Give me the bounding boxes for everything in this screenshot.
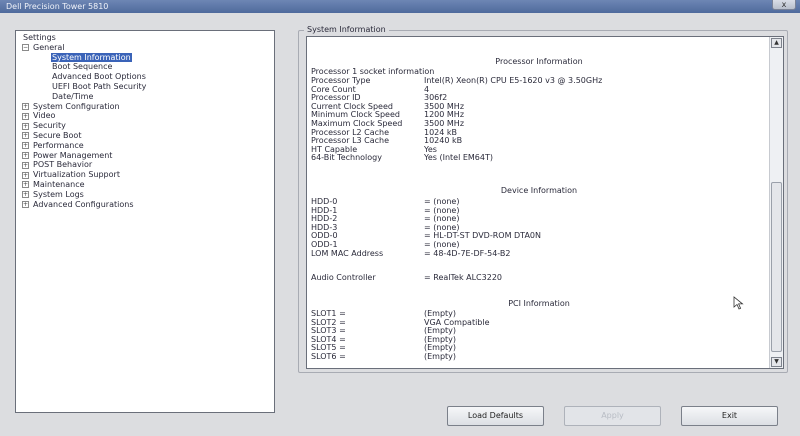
- tree-item-label: UEFI Boot Path Security: [52, 81, 147, 91]
- tree-item-general[interactable]: − General: [21, 43, 274, 53]
- tree-item-label: Virtualization Support: [33, 170, 120, 180]
- expand-icon[interactable]: +: [22, 132, 29, 140]
- load-defaults-button[interactable]: Load Defaults: [447, 406, 544, 426]
- audio-controller-value: = RealTek ALC3220: [424, 273, 502, 282]
- tree-root-label: Settings: [23, 33, 56, 42]
- close-button[interactable]: x: [772, 0, 796, 10]
- processor-info-value: Intel(R) Xeon(R) CPU E5-1620 v3 @ 3.50GH…: [424, 76, 603, 85]
- tree-item-label: Maintenance: [33, 179, 85, 189]
- tree-item-label: System Configuration: [33, 101, 120, 111]
- tree-item-system-configuration[interactable]: + System Configuration: [21, 102, 274, 112]
- tree-item-label: General: [33, 42, 65, 52]
- expand-icon[interactable]: +: [22, 122, 29, 130]
- pci-info-heading: PCI Information: [508, 299, 570, 308]
- tree-item-post-behavior[interactable]: + POST Behavior: [21, 160, 274, 170]
- scroll-down-button[interactable]: ▼: [771, 357, 782, 367]
- tree-item-system-information[interactable]: System Information: [21, 52, 274, 63]
- tree-item-advanced-boot-options[interactable]: Advanced Boot Options: [21, 72, 274, 82]
- exit-button[interactable]: Exit: [681, 406, 778, 426]
- tree-item-maintenance[interactable]: + Maintenance: [21, 180, 274, 190]
- window-titlebar: Dell Precision Tower 5810 x: [0, 0, 800, 13]
- tree-item-video[interactable]: + Video: [21, 111, 274, 121]
- tree-item-label: Performance: [33, 140, 84, 150]
- device-info-label: LOM MAC Address: [311, 248, 384, 258]
- tree-item-boot-sequence[interactable]: Boot Sequence: [21, 62, 274, 72]
- info-content: Processor Information Processor 1 socket…: [311, 37, 767, 368]
- processor-socket-label: Processor 1 socket information: [311, 67, 435, 76]
- tree-item-virtualization-support[interactable]: + Virtualization Support: [21, 170, 274, 180]
- scroll-up-button[interactable]: ▲: [771, 38, 782, 48]
- tree-item-label: System Information: [51, 52, 132, 63]
- tree-item-label: Advanced Configurations: [33, 199, 134, 209]
- tree-root: Settings: [21, 33, 274, 43]
- pci-slot-value: (Empty): [424, 352, 457, 361]
- processor-info-label: 64-Bit Technology: [311, 153, 382, 163]
- collapse-icon[interactable]: −: [22, 44, 29, 52]
- tree-item-uefi-boot-path-security[interactable]: UEFI Boot Path Security: [21, 82, 274, 92]
- tree-item-security[interactable]: + Security: [21, 121, 274, 131]
- tree-item-label: Power Management: [33, 150, 113, 160]
- expand-icon[interactable]: +: [22, 142, 29, 150]
- tree-item-label: Boot Sequence: [52, 62, 113, 72]
- expand-icon[interactable]: +: [22, 191, 29, 199]
- tree-item-system-logs[interactable]: + System Logs: [21, 190, 274, 200]
- processor-info-heading: Processor Information: [495, 57, 583, 66]
- audio-controller-label: Audio Controller: [311, 273, 376, 282]
- tree-item-label: Date/Time: [52, 91, 94, 101]
- expand-icon[interactable]: +: [22, 171, 29, 179]
- tree-item-secure-boot[interactable]: + Secure Boot: [21, 131, 274, 141]
- device-info-value: = 48-4D-7E-DF-54-B2: [424, 248, 511, 258]
- processor-info-value: Yes (Intel EM64T): [424, 153, 493, 163]
- settings-tree: Settings − General System Information Bo…: [15, 30, 275, 413]
- system-information-content: Processor Information Processor 1 socket…: [306, 36, 784, 369]
- tree-item-label: POST Behavior: [33, 160, 93, 170]
- expand-icon[interactable]: +: [22, 181, 29, 189]
- tree-item-advanced-configurations[interactable]: + Advanced Configurations: [21, 200, 274, 210]
- mouse-pointer-icon: [733, 296, 744, 310]
- tree-item-label: Video: [33, 111, 56, 121]
- expand-icon[interactable]: +: [22, 161, 29, 169]
- tree-item-performance[interactable]: + Performance: [21, 141, 274, 151]
- tree-item-label: System Logs: [33, 189, 84, 199]
- pci-slot-label: SLOT6 =: [311, 352, 346, 361]
- expand-icon[interactable]: +: [22, 200, 29, 208]
- tree-item-label: Secure Boot: [33, 130, 82, 140]
- group-title: System Information: [304, 25, 389, 34]
- window-title: Dell Precision Tower 5810: [6, 2, 109, 11]
- vertical-scrollbar[interactable]: ▲ ▼: [769, 37, 783, 368]
- device-info-heading: Device Information: [500, 186, 578, 195]
- tree-item-label: Security: [33, 121, 66, 131]
- apply-button[interactable]: Apply: [564, 406, 661, 426]
- expand-icon[interactable]: +: [22, 102, 29, 110]
- expand-icon[interactable]: +: [22, 151, 29, 159]
- scroll-thumb[interactable]: [771, 182, 782, 352]
- tree-item-power-management[interactable]: + Power Management: [21, 151, 274, 161]
- expand-icon[interactable]: +: [22, 112, 29, 120]
- tree-item-label: Advanced Boot Options: [52, 72, 146, 82]
- tree-item-date-time[interactable]: Date/Time: [21, 92, 274, 102]
